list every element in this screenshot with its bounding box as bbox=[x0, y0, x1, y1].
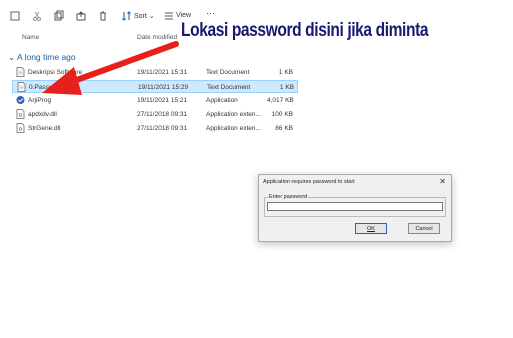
password-input[interactable] bbox=[267, 202, 443, 211]
dialog-title: Application requires password to start bbox=[263, 179, 355, 185]
ok-button[interactable]: OK bbox=[355, 223, 387, 234]
password-dialog: Application requires password to start ✕… bbox=[258, 174, 452, 242]
close-icon[interactable]: ✕ bbox=[439, 177, 446, 186]
password-group-label: Enter password bbox=[268, 194, 309, 200]
cancel-button[interactable]: Cancel bbox=[408, 223, 440, 234]
red-arrow bbox=[42, 41, 179, 95]
